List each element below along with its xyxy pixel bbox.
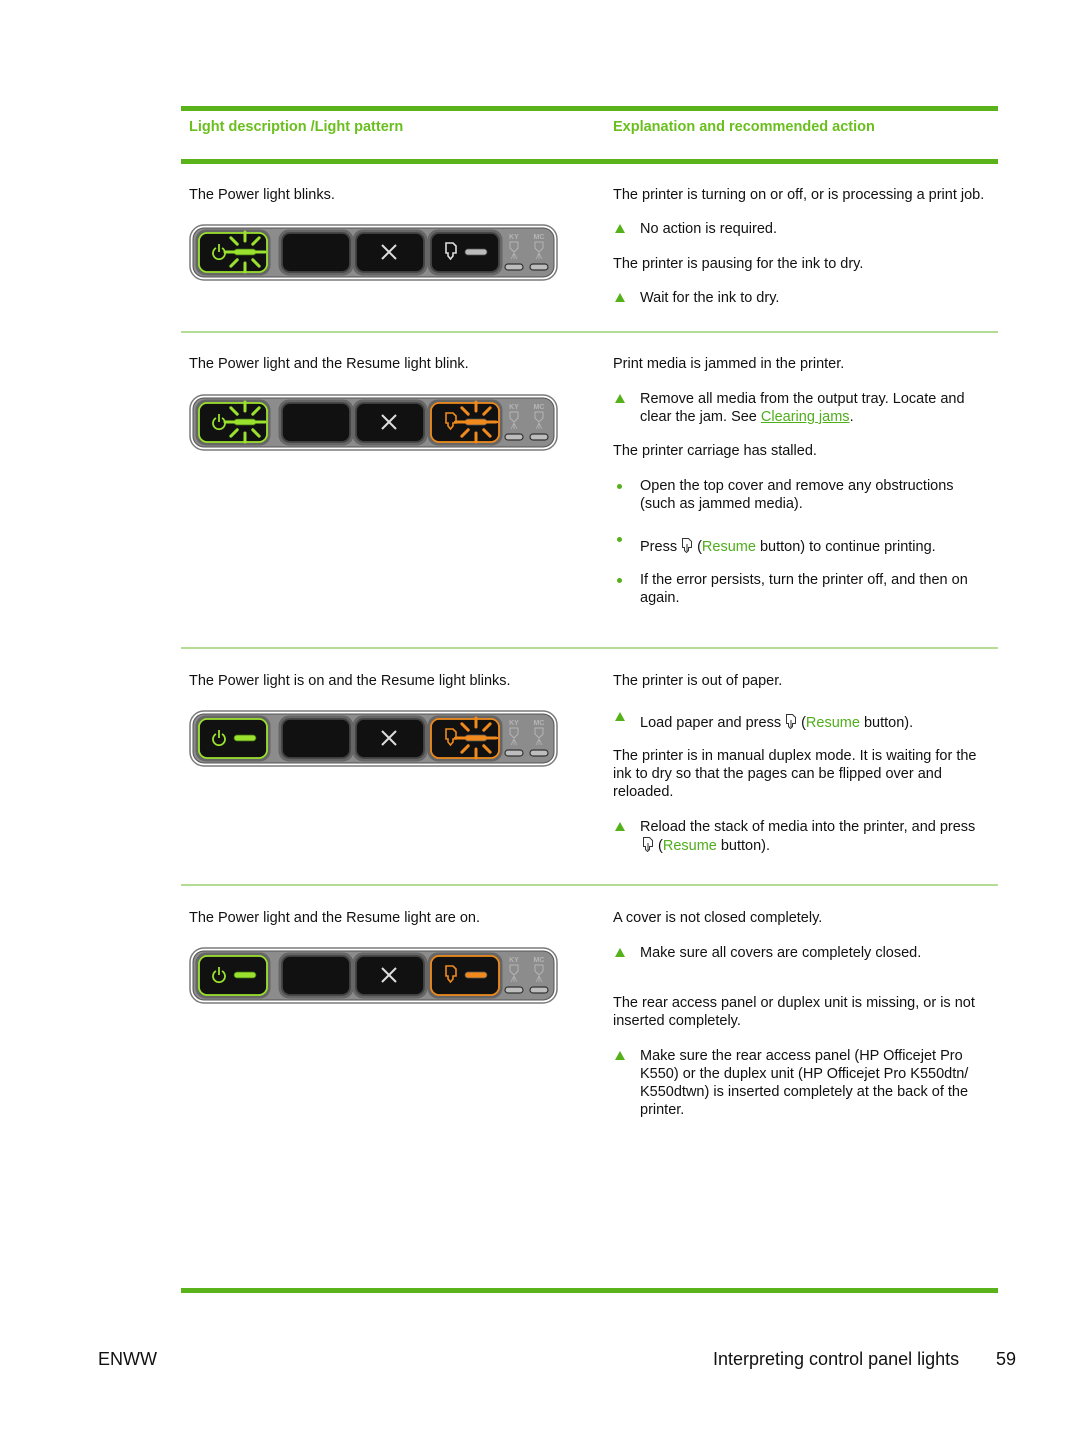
triangle-bullet-icon — [615, 293, 625, 302]
ink-mc-label: MC — [534, 957, 545, 964]
control-panel-illustration: KY MC — [189, 224, 558, 281]
ink-ky-light — [504, 749, 524, 757]
resume-link: Resume — [701, 539, 756, 555]
resume-link: Resume — [662, 838, 717, 854]
action-item: Make sure the rear access panel (HP Offi… — [613, 1047, 988, 1119]
footer-section-title: Interpreting control panel lights — [713, 1349, 960, 1369]
power-light — [233, 971, 257, 979]
footer-page-number: 59 — [996, 1349, 1017, 1369]
ink-mc-label: MC — [534, 404, 545, 411]
column-header-explanation: Explanation and recommended action — [613, 119, 875, 135]
ink-ky-light — [504, 433, 524, 441]
row-divider — [181, 331, 998, 333]
resume-icon — [643, 837, 653, 852]
resume-icon — [682, 538, 693, 553]
clearing-jams-link[interactable]: Clearing jams — [761, 409, 850, 425]
resume-icon — [786, 714, 797, 729]
power-button — [198, 718, 268, 759]
triangle-bullet-icon — [615, 712, 625, 721]
dot-bullet-icon — [617, 578, 622, 583]
explanation-text: A cover is not closed completely. — [613, 910, 823, 926]
ink-ky-light — [504, 263, 524, 271]
column-header-light-description: Light description /Light pattern — [189, 119, 404, 135]
ink-mc-label: MC — [534, 720, 545, 727]
explanation-text: The rear access panel or duplex unit is … — [613, 995, 975, 1029]
table-bottom-rule — [181, 1288, 998, 1293]
blank-button — [281, 955, 351, 996]
explanation-text: The printer is turning on or off, or is … — [613, 187, 985, 203]
power-button — [198, 955, 268, 996]
explanation-text: The printer carriage has stalled. — [613, 443, 817, 459]
row-divider — [181, 884, 998, 886]
explanation-text: The printer is pausing for the ink to dr… — [613, 256, 864, 272]
ink-ky-label: KY — [509, 404, 519, 411]
action-item: Open the top cover and remove any obstru… — [613, 477, 988, 513]
action-item: No action is required. — [613, 220, 988, 238]
ink-ky-label: KY — [509, 720, 519, 727]
light-description: The Power light and the Resume light bli… — [189, 356, 469, 372]
blank-button — [281, 402, 351, 443]
footer-locale: ENWW — [98, 1349, 157, 1369]
action-item: Load paper and press (Resume button). — [613, 711, 988, 732]
explanation-text: The printer is in manual duplex mode. It… — [613, 748, 977, 800]
control-panel-illustration: KY MC — [189, 947, 558, 1004]
action-item: Press (Resume button) to continue printin… — [613, 535, 988, 556]
resume-link: Resume — [805, 715, 860, 731]
ink-ky-label: KY — [509, 957, 519, 964]
triangle-bullet-icon — [615, 948, 625, 957]
action-item: Wait for the ink to dry. — [613, 289, 988, 307]
control-panel-illustration: KY MC — [189, 710, 558, 767]
triangle-bullet-icon — [615, 822, 625, 831]
action-item: If the error persists, turn the printer … — [613, 571, 988, 607]
power-light — [233, 734, 257, 742]
dot-bullet-icon — [617, 537, 622, 542]
blank-button — [281, 232, 351, 273]
light-description: The Power light is on and the Resume lig… — [189, 673, 511, 689]
ink-mc-label: MC — [534, 234, 545, 241]
ink-mc-light — [529, 749, 549, 757]
resume-light — [464, 248, 488, 256]
ink-ky-label: KY — [509, 234, 519, 241]
action-item: Remove all media from the output tray. L… — [613, 390, 988, 426]
table-top-rule — [181, 106, 998, 111]
control-panel-illustration: KY MC — [189, 394, 558, 451]
explanation-text: Print media is jammed in the printer. — [613, 356, 845, 372]
resume-light — [464, 971, 488, 979]
header-bottom-rule — [181, 159, 998, 164]
blank-button — [281, 718, 351, 759]
ink-mc-light — [529, 263, 549, 271]
action-item: Reload the stack of media into the print… — [613, 818, 988, 855]
ink-mc-light — [529, 986, 549, 994]
ink-mc-light — [529, 433, 549, 441]
action-item: Make sure all covers are completely clos… — [613, 944, 988, 962]
triangle-bullet-icon — [615, 394, 625, 403]
triangle-bullet-icon — [615, 224, 625, 233]
dot-bullet-icon — [617, 484, 622, 489]
explanation-text: The printer is out of paper. — [613, 673, 783, 689]
light-description: The Power light and the Resume light are… — [189, 910, 480, 926]
ink-ky-light — [504, 986, 524, 994]
triangle-bullet-icon — [615, 1051, 625, 1060]
light-description: The Power light blinks. — [189, 187, 335, 203]
row-divider — [181, 647, 998, 649]
